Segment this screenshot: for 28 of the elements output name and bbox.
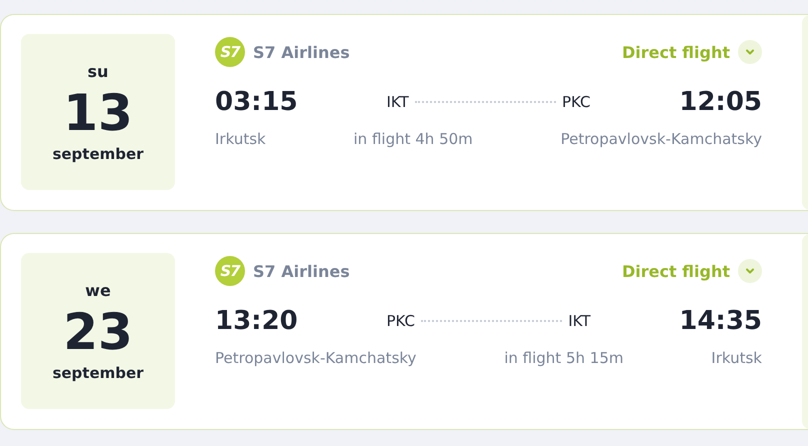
flight-duration: in flight 4h 50m (354, 130, 473, 148)
weekday: we (85, 280, 111, 300)
arrival-time: 12:05 (679, 87, 762, 117)
expand-button[interactable] (738, 40, 762, 64)
arrival-city: Petropavlovsk-Kamchatsky (560, 130, 762, 148)
expand-button[interactable] (738, 259, 762, 283)
day-number: 13 (63, 82, 133, 144)
airline-logo: S7 (215, 37, 245, 67)
departure-time: 13:20 (215, 306, 298, 336)
day-number: 23 (63, 302, 133, 362)
arrival-code: IKT (568, 312, 590, 330)
departure-code: IKT (386, 93, 409, 111)
arrival-city: Irkutsk (711, 349, 762, 367)
arrival-code: PKC (562, 93, 590, 111)
departure-code: PKC (386, 312, 416, 330)
airline-name: S7 Airlines (253, 42, 350, 62)
airline-logo: S7 (215, 256, 245, 286)
flight-type: Direct flight (622, 262, 730, 280)
departure-city: Petropavlovsk-Kamchatsky (215, 349, 416, 367)
departure-time: 03:15 (215, 87, 298, 117)
flight-duration: in flight 5h 15m (504, 349, 624, 367)
month: september (52, 364, 144, 382)
month: september (52, 144, 144, 162)
flight-type: Direct flight (622, 42, 730, 62)
airline-name: S7 Airlines (253, 262, 350, 280)
departure-city: Irkutsk (215, 130, 266, 148)
weekday: su (88, 62, 108, 80)
arrival-time: 14:35 (679, 306, 762, 336)
